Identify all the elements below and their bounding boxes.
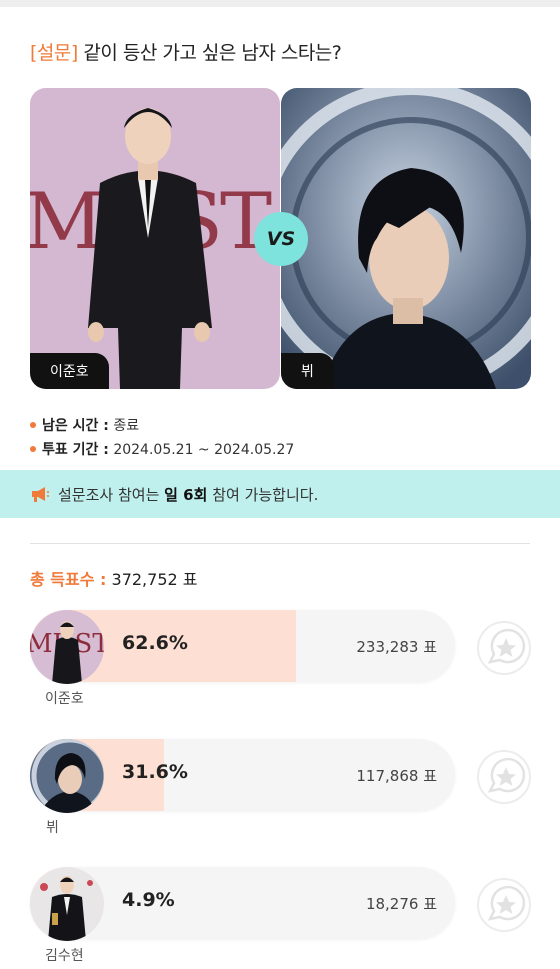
vote-period-row: 투표 기간 : 2024.05.21 ~ 2024.05.27 <box>30 439 294 459</box>
notice-highlight: 일 6회 <box>164 485 208 504</box>
notice-prefix: 설문조사 참여는 <box>58 485 160 504</box>
candidate-name-chip-right: 뷔 <box>281 353 334 389</box>
poll-tag: [설문] <box>30 42 78 64</box>
result-votes: 18,276 표 <box>365 895 437 913</box>
result-row: 4.9% 18,276 표 김수현 <box>30 867 560 969</box>
notice-suffix: 참여 가능합니다. <box>212 485 319 504</box>
vote-period-label: 투표 기간 : <box>42 442 109 458</box>
result-percent: 31.6% <box>122 761 188 783</box>
avatar: MUST <box>30 610 104 684</box>
man-dark-hair-portrait-photo <box>281 88 531 389</box>
remaining-time-label: 남은 시간 : <box>42 418 109 434</box>
vote-period-value: 2024.05.21 ~ 2024.05.27 <box>113 442 295 458</box>
total-votes: 총 득표수 : 372,752 표 <box>30 566 198 590</box>
man-in-black-suit-photo: MUS T <box>30 88 280 389</box>
candidate-photo-right[interactable]: 뷔 <box>281 88 531 389</box>
star-vote-icon[interactable] <box>476 749 532 805</box>
result-candidate-name: 이준호 <box>45 691 84 707</box>
bullet-dot-icon <box>30 422 36 428</box>
result-candidate-name: 뷔 <box>46 820 59 836</box>
result-percent: 4.9% <box>122 889 175 911</box>
star-vote-icon[interactable] <box>476 877 532 933</box>
section-divider <box>30 543 530 544</box>
result-votes: 233,283 표 <box>356 638 437 656</box>
megaphone-icon <box>32 487 49 502</box>
star-vote-icon[interactable] <box>476 620 532 676</box>
avatar <box>30 867 104 941</box>
candidate-photo-left[interactable]: MUS T 이준호 <box>30 88 280 389</box>
result-votes: 117,868 표 <box>356 767 437 785</box>
candidate-name-chip-left: 이준호 <box>30 353 109 389</box>
avatar <box>30 739 104 813</box>
poll-question: 같이 등산 가고 싶은 남자 스타는? <box>83 42 342 64</box>
poll-title: [설문] 같이 등산 가고 싶은 남자 스타는? <box>30 38 342 65</box>
bullet-dot-icon <box>30 446 36 452</box>
result-percent: 62.6% <box>122 632 188 654</box>
remaining-time-value: 종료 <box>113 418 140 434</box>
result-row: 31.6% 117,868 표 뷔 <box>30 739 560 849</box>
total-votes-value: 372,752 표 <box>111 570 198 589</box>
participation-notice: 설문조사 참여는 일 6회 참여 가능합니다. <box>0 470 560 518</box>
result-row: 62.6% 233,283 표 MUST 이준호 <box>30 610 560 720</box>
vs-badge: VS <box>254 212 308 266</box>
total-votes-label: 총 득표수 : <box>30 570 107 589</box>
top-divider-bar <box>0 0 560 7</box>
result-candidate-name: 김수현 <box>45 948 84 964</box>
remaining-time-row: 남은 시간 : 종료 <box>30 415 139 435</box>
